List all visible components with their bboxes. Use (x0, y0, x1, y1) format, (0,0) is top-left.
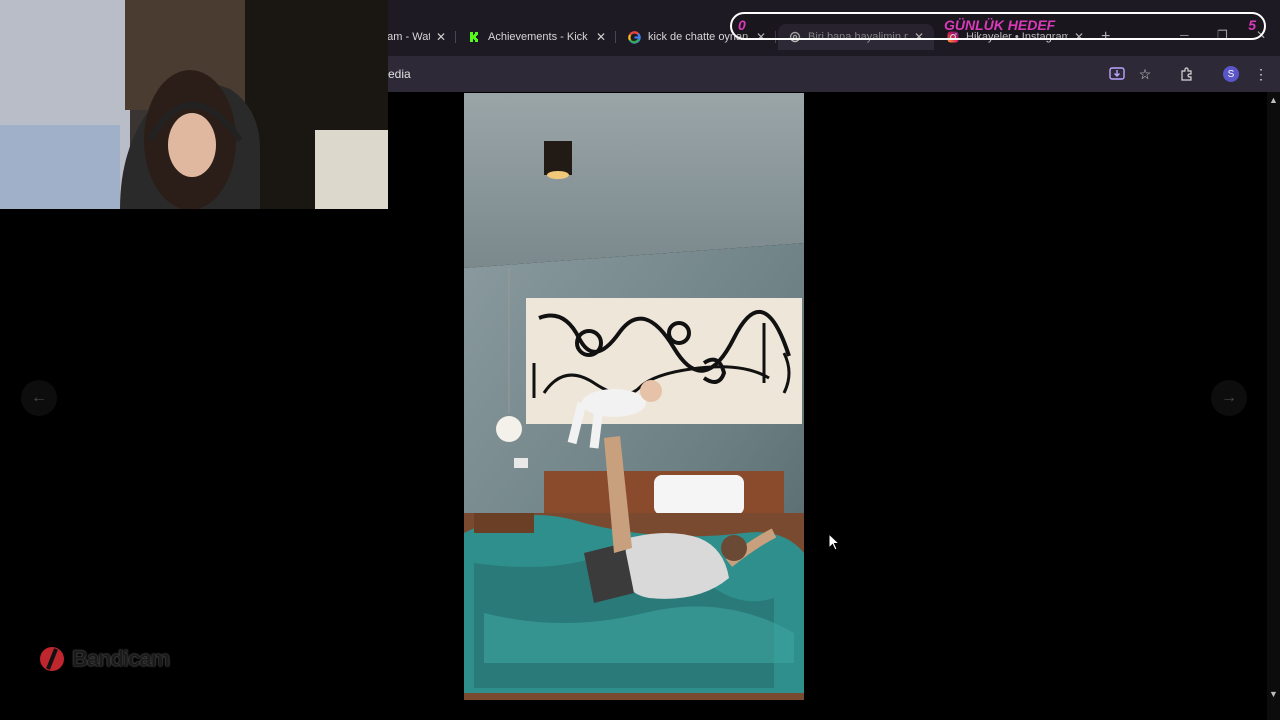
tab-label: Achievements - Kick D (488, 31, 590, 43)
goal-min-value: 0 (738, 17, 746, 33)
close-icon[interactable]: ✕ (436, 30, 446, 44)
bandicam-logo-icon (40, 647, 64, 671)
kick-logo-icon (468, 31, 481, 44)
scroll-down-icon[interactable]: ▼ (1269, 689, 1278, 699)
install-app-icon[interactable] (1108, 65, 1126, 83)
prev-arrow-button[interactable]: ← (21, 380, 57, 416)
watermark: Bandicam (38, 645, 170, 673)
next-arrow-button[interactable]: → (1211, 380, 1247, 416)
daily-goal-bar: 0 GÜNLÜK HEDEF 5 (730, 12, 1266, 40)
kebab-menu-icon[interactable]: ⋮ (1252, 65, 1270, 83)
arrow-left-icon: ← (31, 389, 47, 406)
address-bar-text[interactable]: edia (388, 67, 411, 81)
mouse-cursor-icon (828, 533, 840, 551)
close-icon[interactable]: ✕ (596, 30, 606, 44)
vertical-scrollbar[interactable] (1267, 92, 1280, 720)
google-logo-icon (628, 30, 641, 44)
goal-max-value: 5 (1248, 17, 1256, 33)
watermark-text: Bandicam (72, 646, 170, 671)
bookmark-star-icon[interactable]: ☆ (1136, 65, 1154, 83)
profile-avatar[interactable]: S (1223, 66, 1239, 82)
scroll-up-icon[interactable]: ▲ (1269, 95, 1278, 105)
goal-title: GÜNLÜK HEDEF (944, 17, 1056, 33)
story-photo[interactable] (464, 93, 804, 700)
tab-1[interactable]: Achievements - Kick D ✕ (458, 24, 616, 50)
webcam-overlay (0, 0, 388, 209)
extensions-icon[interactable] (1178, 65, 1196, 83)
arrow-right-icon: → (1221, 389, 1237, 406)
